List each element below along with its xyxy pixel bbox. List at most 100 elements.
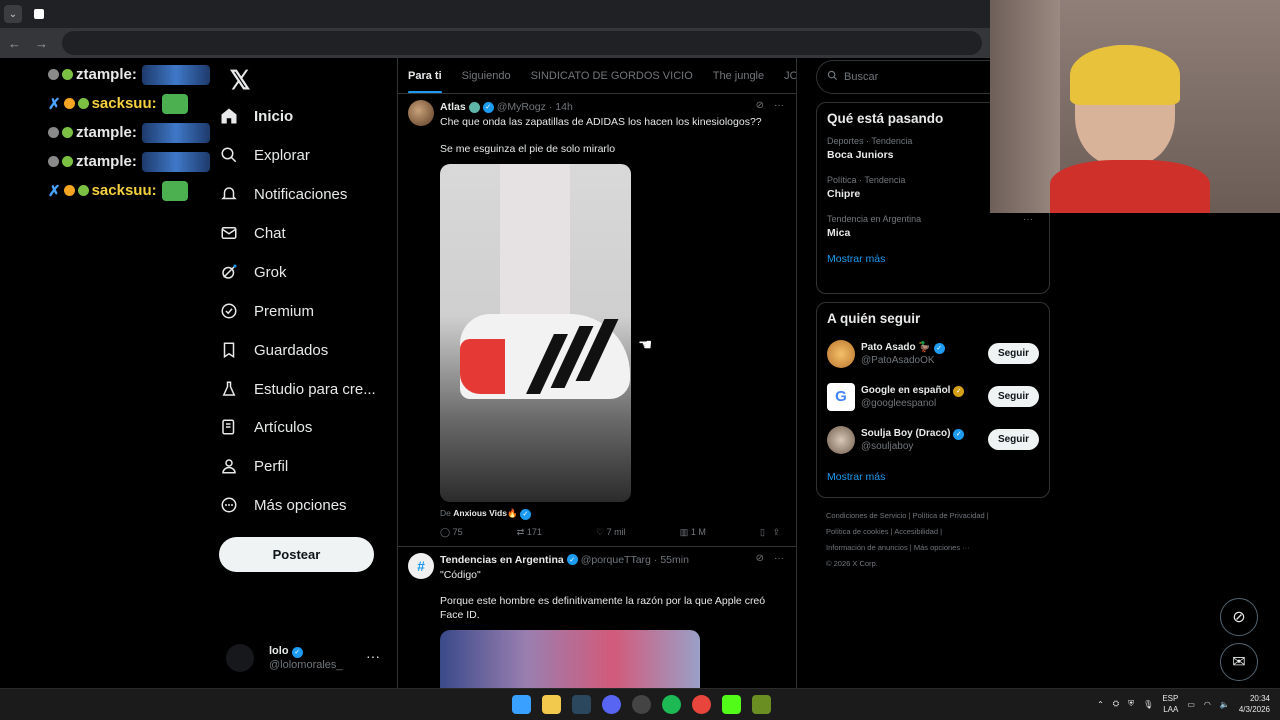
follow-button[interactable]: Seguir	[988, 386, 1039, 407]
grok-fab-icon[interactable]: ⊘	[1220, 598, 1258, 636]
nav-explore[interactable]: Explorar	[218, 139, 310, 171]
more-icon[interactable]: ···	[774, 553, 784, 564]
forward-arrow-icon[interactable]: →	[35, 36, 48, 51]
footer-line[interactable]: Política de cookies | Accesibilidad |	[826, 524, 1040, 540]
footer-line[interactable]: Información de anuncios | Más opciones ·…	[826, 540, 1040, 556]
main-feed: Para ti Siguiendo SINDICATO DE GORDOS VI…	[397, 58, 797, 688]
bookmark-button[interactable]: ▯ ⇪	[760, 527, 780, 538]
nav-premium[interactable]: Premium	[218, 295, 314, 327]
grok-icon[interactable]: ⊘	[756, 553, 764, 564]
grok-icon[interactable]: ⊘	[756, 100, 764, 111]
volume-icon[interactable]: 🔈	[1220, 700, 1230, 709]
discord-icon[interactable]	[602, 695, 621, 714]
follow-button[interactable]: Seguir	[988, 429, 1039, 450]
wifi-icon[interactable]: ◠	[1204, 700, 1211, 709]
spotify-icon[interactable]	[662, 695, 681, 714]
follow-suggestion[interactable]: G Google en español ✓ @googleespanol Seg…	[827, 375, 1039, 418]
tweet[interactable]: # Tendencias en Argentina ✓ @porqueTTarg…	[398, 547, 796, 688]
nav-notifications[interactable]: Notificaciones	[218, 178, 347, 210]
messages-fab-icon[interactable]: ✉	[1220, 643, 1258, 681]
account-name: lolo	[269, 644, 289, 657]
nav-home[interactable]: Inicio	[218, 100, 293, 132]
avatar[interactable]	[408, 100, 434, 126]
author-name[interactable]: Atlas	[440, 101, 466, 113]
tab-list-jungle[interactable]: The jungle	[703, 58, 774, 93]
windows-start-icon[interactable]	[512, 695, 531, 714]
x-icon[interactable]	[34, 9, 44, 19]
premium-icon	[218, 300, 240, 322]
network-icon[interactable]: ⛭	[1113, 699, 1119, 709]
home-icon	[218, 105, 240, 127]
avatar[interactable]	[827, 339, 855, 368]
tweet-menu: ⊘ ···	[756, 553, 784, 564]
tab-search-dropdown[interactable]: ⌄	[4, 5, 22, 23]
tweet-time[interactable]: · 14h	[549, 101, 573, 113]
tweet-time[interactable]: · 55min	[654, 554, 689, 566]
more-icon[interactable]: ···	[1023, 214, 1033, 225]
minecraft-icon[interactable]	[752, 695, 771, 714]
footer-line[interactable]: Condiciones de Servicio | Política de Pr…	[826, 508, 1040, 524]
follow-button[interactable]: Seguir	[988, 343, 1039, 364]
display-icon[interactable]: ▭	[1187, 700, 1195, 709]
tweet-media[interactable]	[440, 630, 700, 688]
nav-creator-studio[interactable]: Estudio para cre...	[218, 373, 376, 405]
google-logo-icon[interactable]: G	[827, 382, 855, 411]
file-explorer-icon[interactable]	[542, 695, 561, 714]
author-name[interactable]: Tendencias en Argentina	[440, 554, 564, 566]
follow-suggestion[interactable]: Pato Asado 🦆 ✓ @PatoAsadoOK Seguir	[827, 332, 1039, 375]
obs-icon[interactable]	[632, 695, 651, 714]
sword-badge-icon: ✗	[48, 95, 61, 113]
view-count: 1 M	[690, 527, 706, 537]
nav-chat[interactable]: Chat	[218, 217, 286, 249]
microphone-icon[interactable]: 🎙	[1143, 700, 1153, 709]
account-switcher[interactable]: lolo ✓ @lolomorales_ ···	[226, 642, 396, 674]
nav-more-options[interactable]: Más opciones	[218, 489, 347, 521]
tab-list-joseo[interactable]: JOSEO	[774, 58, 796, 93]
search-input[interactable]: Buscar	[844, 71, 878, 83]
more-icon[interactable]: ···	[366, 648, 380, 664]
trend-item[interactable]: Tendencia en Argentina Mica ···	[827, 214, 1039, 239]
suggestion-handle: @souljaboy	[861, 440, 914, 452]
author-handle[interactable]: @MyRogz	[497, 101, 546, 113]
reply-count: 75	[452, 527, 463, 537]
chevron-up-icon[interactable]: ⌃	[1097, 700, 1104, 709]
post-button[interactable]: Postear	[219, 537, 374, 572]
steam-icon[interactable]	[572, 695, 591, 714]
reply-button[interactable]: ◯ 75	[440, 527, 463, 538]
nav-grok[interactable]: Grok	[218, 256, 287, 288]
chart-icon: ▥	[679, 527, 689, 537]
nav-label: Explorar	[254, 146, 310, 164]
views-button[interactable]: ▥ 1 M	[680, 527, 706, 538]
avatar[interactable]	[827, 425, 855, 454]
repost-button[interactable]: ⇄ 171	[517, 527, 542, 538]
defender-icon[interactable]: ⛨	[1128, 699, 1134, 709]
omnibox[interactable]	[62, 31, 982, 55]
nav-articles[interactable]: Artículos	[218, 411, 312, 443]
chrome-icon[interactable]	[692, 695, 711, 714]
language-indicator[interactable]: ESP LAA	[1162, 693, 1178, 715]
tab-following[interactable]: Siguiendo	[452, 58, 521, 93]
show-more-link[interactable]: Mostrar más	[827, 253, 1039, 265]
more-icon[interactable]: ···	[774, 100, 784, 111]
tweet-video[interactable]	[440, 164, 631, 502]
emote-icon	[141, 151, 210, 172]
nav-label: Chat	[254, 224, 286, 242]
video-source[interactable]: Anxious Vids🔥	[453, 508, 517, 518]
x-logo-icon[interactable]: 𝕏	[226, 65, 254, 95]
like-button[interactable]: ♡ 7 mil	[596, 527, 626, 538]
kick-icon[interactable]	[722, 695, 741, 714]
nav-bookmarks[interactable]: Guardados	[218, 334, 328, 366]
show-more-link[interactable]: Mostrar más	[827, 471, 1039, 483]
hashtag-avatar-icon[interactable]: #	[408, 552, 434, 579]
tweet[interactable]: Atlas ✓ @MyRogz · 14h ⊘ ··· Che que onda…	[398, 94, 796, 547]
back-arrow-icon[interactable]: ←	[8, 36, 21, 51]
author-handle[interactable]: @porqueTTarg	[581, 554, 651, 566]
avatar	[226, 644, 254, 672]
nav-profile[interactable]: Perfil	[218, 450, 288, 482]
tab-list-sindicato[interactable]: SINDICATO DE GORDOS VICIO	[521, 58, 703, 93]
nav-label: Grok	[254, 263, 287, 281]
tab-for-you[interactable]: Para ti	[398, 58, 452, 93]
follow-suggestion[interactable]: Soulja Boy (Draco) ✓ @souljaboy Seguir	[827, 418, 1039, 461]
sub-badge-icon	[77, 98, 89, 109]
clock[interactable]: 20:34 4/3/2026	[1239, 693, 1270, 715]
